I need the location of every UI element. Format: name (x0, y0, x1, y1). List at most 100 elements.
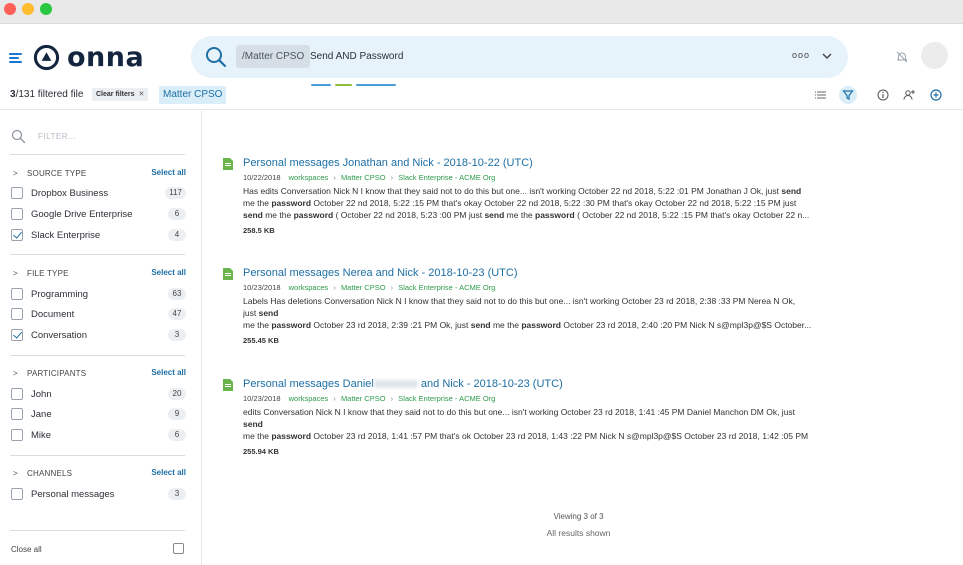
result-title[interactable]: Personal messages Nerea and Nick - 2018-… (243, 267, 518, 279)
user-avatar[interactable] (921, 42, 948, 69)
chevron-down-icon[interactable] (821, 50, 833, 62)
filter-item-john[interactable]: John 20 (11, 388, 186, 402)
checkbox[interactable] (11, 308, 23, 320)
divider (10, 254, 185, 255)
filter-item-dropbox-business[interactable]: Dropbox Business 117 (11, 187, 186, 201)
filter-search-input[interactable] (38, 129, 188, 144)
highlight-term: password (293, 210, 334, 220)
filter-item-programming[interactable]: Programming 63 (11, 288, 186, 302)
checkbox[interactable] (11, 408, 23, 420)
result-snippet: Has edits Conversation Nick N I know tha… (243, 185, 903, 221)
filter-item-label: Programming (31, 289, 89, 300)
breadcrumb-source[interactable]: Slack Enterprise - ACME Org (398, 394, 495, 403)
app-header: onna /Matter CPSO Send AND Password ooo (0, 24, 963, 86)
count-badge: 6 (168, 429, 186, 441)
breadcrumb-workspaces[interactable]: workspaces (289, 173, 329, 182)
breadcrumb-matter[interactable]: Matter CPSO (341, 394, 386, 403)
count-badge: 47 (168, 308, 186, 320)
search-icon (11, 129, 26, 144)
result-title[interactable]: Personal messages Jonathan and Nick - 20… (243, 157, 533, 169)
select-all-button[interactable]: Select all (151, 368, 186, 377)
count-badge: 63 (168, 288, 186, 300)
filter-icon[interactable] (839, 86, 857, 104)
document-icon (223, 268, 233, 280)
close-window-button[interactable] (4, 3, 16, 15)
filter-item-conversation[interactable]: Conversation 3 (11, 329, 186, 343)
result-item[interactable]: Personal messages Nerea and Nick - 2018-… (222, 267, 922, 357)
checkbox[interactable] (11, 429, 23, 441)
checkbox[interactable] (11, 388, 23, 400)
filter-item-google-drive-enterprise[interactable]: Google Drive Enterprise 6 (11, 208, 186, 222)
add-user-icon[interactable] (901, 87, 917, 103)
list-view-icon[interactable] (813, 87, 829, 103)
checkbox[interactable] (11, 288, 23, 300)
close-all-button[interactable]: Close all (11, 545, 42, 554)
section-participants[interactable]: > PARTICIPANTS Select all (11, 368, 186, 380)
hamburger-icon[interactable] (9, 53, 22, 63)
checkbox[interactable] (11, 208, 23, 220)
bell-off-icon[interactable] (895, 50, 909, 64)
filter-item-jane[interactable]: Jane 9 (11, 408, 186, 422)
results-filter-bar: 3/131 filtered file Clear filters ✕ Matte… (0, 86, 963, 110)
filter-item-personal-messages[interactable]: Personal messages 3 (11, 488, 186, 502)
breadcrumb-source[interactable]: Slack Enterprise - ACME Org (398, 283, 495, 292)
minimize-window-button[interactable] (22, 3, 34, 15)
maximize-window-button[interactable] (40, 3, 52, 15)
highlight-term: send (484, 210, 505, 220)
viewing-count: Viewing 3 of 3 (553, 512, 604, 521)
breadcrumb-workspaces[interactable]: workspaces (289, 283, 329, 292)
filter-item-slack-enterprise[interactable]: Slack Enterprise 4 (11, 229, 186, 243)
result-snippet: Labels Has deletions Conversation Nick N… (243, 295, 903, 331)
breadcrumb-source[interactable]: Slack Enterprise - ACME Org (398, 173, 495, 182)
snippet-line: me the password October 22 nd 2018, 5:22… (243, 198, 797, 208)
result-date: 10/22/2018 (243, 173, 281, 182)
select-all-button[interactable]: Select all (151, 268, 186, 277)
section-title: CHANNELS (27, 469, 73, 478)
result-snippet: edits Conversation Nick N I know that th… (243, 406, 903, 442)
select-all-button[interactable]: Select all (151, 468, 186, 477)
snippet-line: me the password October 23 rd 2018, 1:41… (243, 431, 809, 441)
search-bar[interactable]: /Matter CPSO Send AND Password ooo (191, 36, 848, 86)
filter-item-label: Personal messages (31, 489, 115, 500)
divider (10, 530, 185, 531)
search-icon[interactable] (204, 45, 228, 69)
clear-filters-button[interactable]: Clear filters ✕ (92, 88, 149, 101)
checkbox[interactable] (11, 187, 23, 199)
count-badge: 6 (168, 208, 186, 220)
result-title[interactable]: Personal messages Daniel and Nick - 2018… (243, 378, 563, 390)
filter-item-mike[interactable]: Mike 6 (11, 429, 186, 443)
breadcrumb-workspaces[interactable]: workspaces (289, 394, 329, 403)
checkbox-checked[interactable] (11, 329, 23, 341)
info-icon[interactable] (875, 87, 891, 103)
checkbox[interactable] (11, 488, 23, 500)
section-title: PARTICIPANTS (27, 369, 87, 378)
select-all-button[interactable]: Select all (151, 168, 186, 177)
filter-item-document[interactable]: Document 47 (11, 308, 186, 322)
section-source-type[interactable]: > SOURCE TYPE Select all (11, 168, 186, 180)
checkbox-checked[interactable] (11, 229, 23, 241)
snippet-line: send me the password ( October 22 nd 201… (243, 210, 810, 220)
count-badge: 3 (168, 329, 186, 341)
matter-tag[interactable]: Matter CPSO (159, 86, 227, 104)
result-item[interactable]: Personal messages Daniel and Nick - 2018… (222, 378, 922, 468)
breadcrumb-matter[interactable]: Matter CPSO (341, 173, 386, 182)
highlight-term: send (258, 308, 279, 318)
result-size: 258.5 KB (243, 226, 275, 235)
search-input[interactable]: Send AND Password (310, 45, 403, 68)
filter-item-label: Slack Enterprise (31, 230, 101, 241)
all-results-shown: All results shown (546, 528, 611, 538)
more-options-button[interactable]: ooo (792, 50, 810, 60)
snippet-line: Has edits Conversation Nick N I know tha… (243, 186, 802, 196)
settings-icon[interactable] (173, 543, 184, 554)
app-logo[interactable]: onna (33, 42, 144, 73)
section-file-type[interactable]: > FILE TYPE Select all (11, 268, 186, 280)
filtered-count: 3/131 filtered file (10, 89, 84, 100)
close-icon: ✕ (138, 91, 145, 98)
result-item[interactable]: Personal messages Jonathan and Nick - 20… (222, 157, 922, 247)
count-badge: 3 (168, 488, 186, 500)
add-circle-icon[interactable] (928, 87, 944, 103)
count-badge: 4 (168, 229, 186, 241)
matter-scope-chip[interactable]: /Matter CPSO (236, 45, 311, 68)
breadcrumb-matter[interactable]: Matter CPSO (341, 283, 386, 292)
section-channels[interactable]: > CHANNELS Select all (11, 468, 186, 480)
